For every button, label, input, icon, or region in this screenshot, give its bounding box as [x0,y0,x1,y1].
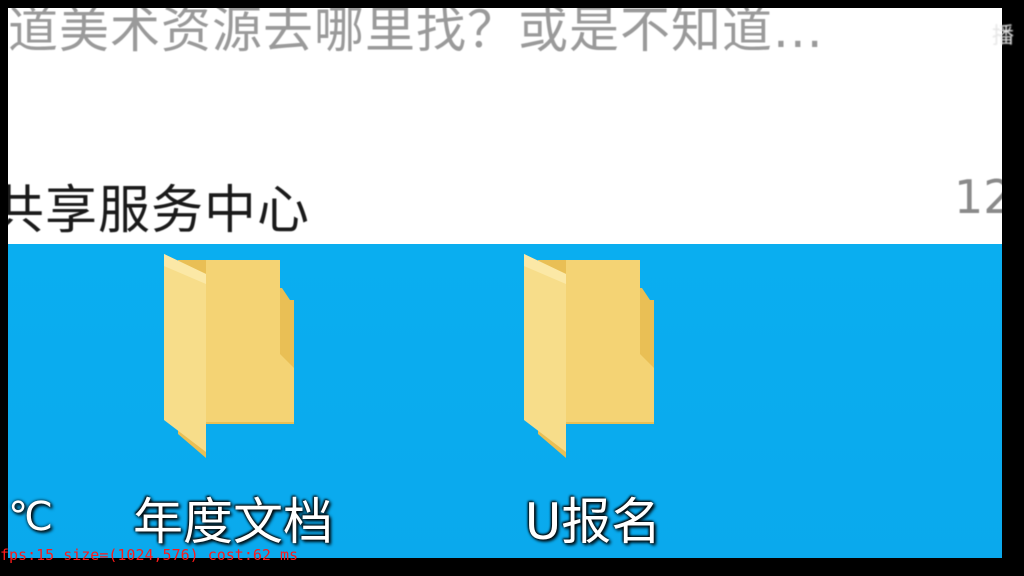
folder-icon [524,254,654,458]
screen: 道美术资源去哪里找？或是不知道... 共享服务中心 12 播 ℃ 年度文档 U报… [0,0,1024,576]
folder-label: 年度文档 [133,493,333,551]
edge-fragment: ℃ [8,494,53,540]
popup-title: 共享服务中心 [8,181,311,241]
popup-headline: 道美术资源去哪里找？或是不知道... [8,8,824,59]
notification-popup[interactable]: 道美术资源去哪里找？或是不知道... 共享服务中心 12 [8,8,1002,244]
folder-label: U报名 [524,493,662,551]
desktop-area: ℃ 年度文档 U报名 [8,244,1002,558]
debug-status-text: fps:15 size=(1024,576) cost:62 ms [0,546,299,564]
desktop-folder-u-registration[interactable]: U报名 [478,244,708,551]
folder-icon [164,254,294,458]
popup-time: 12 [954,170,1002,224]
corner-mark: 播 [992,24,1015,49]
desktop-folder-annual-docs[interactable]: 年度文档 [118,244,348,551]
